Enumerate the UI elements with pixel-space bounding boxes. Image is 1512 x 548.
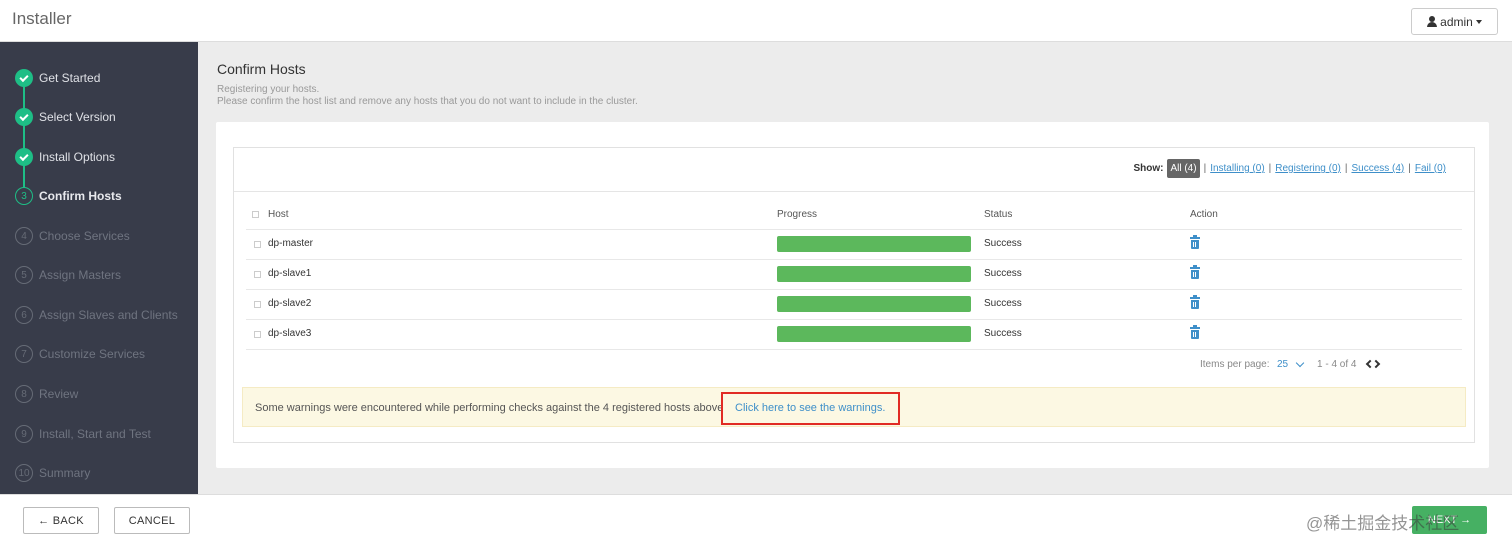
items-per-page-label: Items per page:: [1200, 359, 1270, 370]
user-icon: [1427, 16, 1438, 27]
subtitle-line: Registering your hosts.: [217, 84, 320, 95]
host-status: Success: [984, 328, 1022, 339]
host-name: dp-slave1: [268, 268, 312, 279]
progress-bar: [777, 266, 971, 282]
step-label: Assign Slaves and Clients: [39, 308, 178, 322]
cancel-button[interactable]: CANCEL: [114, 507, 190, 534]
step-label: Choose Services: [39, 229, 130, 243]
row-checkbox[interactable]: [254, 241, 261, 248]
sidebar-step-assign-slaves: 6 Assign Slaves and Clients: [15, 304, 195, 326]
select-all-checkbox[interactable]: [252, 211, 259, 218]
warning-text: Some warnings were encountered while per…: [255, 402, 724, 414]
check-icon: [15, 69, 33, 87]
row-divider: [246, 349, 1462, 350]
step-number: 6: [15, 306, 33, 324]
table-divider: [246, 229, 1462, 230]
host-name: dp-master: [268, 238, 314, 249]
step-label: Review: [39, 387, 79, 401]
step-number: 8: [15, 385, 33, 403]
host-status: Success: [984, 238, 1022, 249]
user-menu-button[interactable]: admin: [1411, 8, 1498, 35]
sidebar-step-assign-masters: 5 Assign Masters: [15, 264, 195, 286]
filter-all[interactable]: All (4): [1167, 159, 1200, 178]
trash-icon[interactable]: [1190, 235, 1200, 249]
trash-icon[interactable]: [1190, 295, 1200, 309]
sidebar-step-install-options[interactable]: Install Options: [15, 146, 195, 168]
top-bar: Installer admin: [0, 0, 1512, 42]
row-checkbox[interactable]: [254, 331, 261, 338]
column-header-action: Action: [1190, 209, 1218, 220]
filter-separator: |: [1268, 163, 1272, 174]
step-label: Install, Start and Test: [39, 427, 151, 441]
footer-bar: [0, 494, 1512, 548]
step-label: Assign Masters: [39, 268, 122, 282]
step-number: 4: [15, 227, 33, 245]
step-number: 9: [15, 425, 33, 443]
caret-down-icon: [1475, 19, 1482, 24]
row-checkbox[interactable]: [254, 271, 261, 278]
step-number: 7: [15, 345, 33, 363]
host-name: dp-slave2: [268, 298, 312, 309]
sidebar-step-customize-services: 7 Customize Services: [15, 343, 195, 365]
step-label: Customize Services: [39, 347, 146, 361]
subtitle-line: Please confirm the host list and remove …: [217, 96, 638, 107]
check-icon: [15, 108, 33, 126]
row-divider: [246, 259, 1462, 260]
progress-bar: [777, 326, 971, 342]
row-divider: [246, 289, 1462, 290]
app-title: Installer: [12, 9, 72, 28]
step-label: Get Started: [39, 71, 101, 85]
filter-separator: |: [1203, 163, 1207, 174]
column-header-status: Status: [984, 209, 1013, 220]
sidebar-step-review: 8 Review: [15, 383, 195, 405]
step-label: Select Version: [39, 110, 116, 124]
sidebar-step-choose-services: 4 Choose Services: [15, 225, 195, 247]
row-checkbox[interactable]: [254, 301, 261, 308]
host-name: dp-slave3: [268, 328, 312, 339]
filter-label: Show:: [1133, 163, 1164, 174]
filter-installing[interactable]: Installing (0): [1210, 163, 1264, 174]
step-number: 10: [15, 464, 33, 482]
filter-separator: |: [1408, 163, 1411, 174]
sidebar-step-summary: 10 Summary: [15, 462, 195, 484]
wizard-sidebar: Get Started Select Version Install Optio…: [0, 42, 198, 494]
sidebar-step-confirm-hosts[interactable]: 3 Confirm Hosts: [15, 185, 195, 207]
page-range: 1 - 4 of 4: [1317, 359, 1357, 370]
filter-success[interactable]: Success (4): [1351, 163, 1404, 174]
row-divider: [246, 319, 1462, 320]
trash-icon[interactable]: [1190, 265, 1200, 279]
filter-registering[interactable]: Registering (0): [1275, 163, 1341, 174]
host-status: Success: [984, 268, 1022, 279]
host-status: Success: [984, 298, 1022, 309]
progress-bar: [777, 236, 971, 252]
status-filter-bar: Show: All (4) | Installing (0) | Registe…: [1133, 159, 1446, 178]
sidebar-step-get-started[interactable]: Get Started: [15, 67, 195, 89]
sidebar-step-select-version[interactable]: Select Version: [15, 106, 195, 128]
progress-bar: [777, 296, 971, 312]
column-header-progress: Progress: [777, 209, 818, 220]
filter-fail[interactable]: Fail (0): [1415, 163, 1446, 174]
watermark-text: @稀土掘金技术社区: [1306, 514, 1460, 533]
column-header-host[interactable]: Host: [268, 209, 289, 220]
step-label: Install Options: [39, 150, 116, 164]
user-name: admin: [1440, 14, 1473, 29]
divider: [234, 191, 1474, 192]
back-button[interactable]: ← BACK: [23, 507, 99, 534]
sidebar-step-install-start-test: 9 Install, Start and Test: [15, 423, 195, 445]
step-label: Confirm Hosts: [39, 189, 122, 203]
filter-separator: |: [1344, 163, 1348, 174]
items-per-page-select[interactable]: 25: [1277, 359, 1288, 370]
step-number: 5: [15, 266, 33, 284]
trash-icon[interactable]: [1190, 325, 1200, 339]
highlight-annotation: [721, 392, 900, 425]
page-title: Confirm Hosts: [217, 61, 306, 77]
step-label: Summary: [39, 466, 91, 480]
step-number: 3: [15, 187, 33, 205]
check-icon: [15, 148, 33, 166]
page-subtitle: Registering your hosts. Please confirm t…: [217, 84, 638, 108]
